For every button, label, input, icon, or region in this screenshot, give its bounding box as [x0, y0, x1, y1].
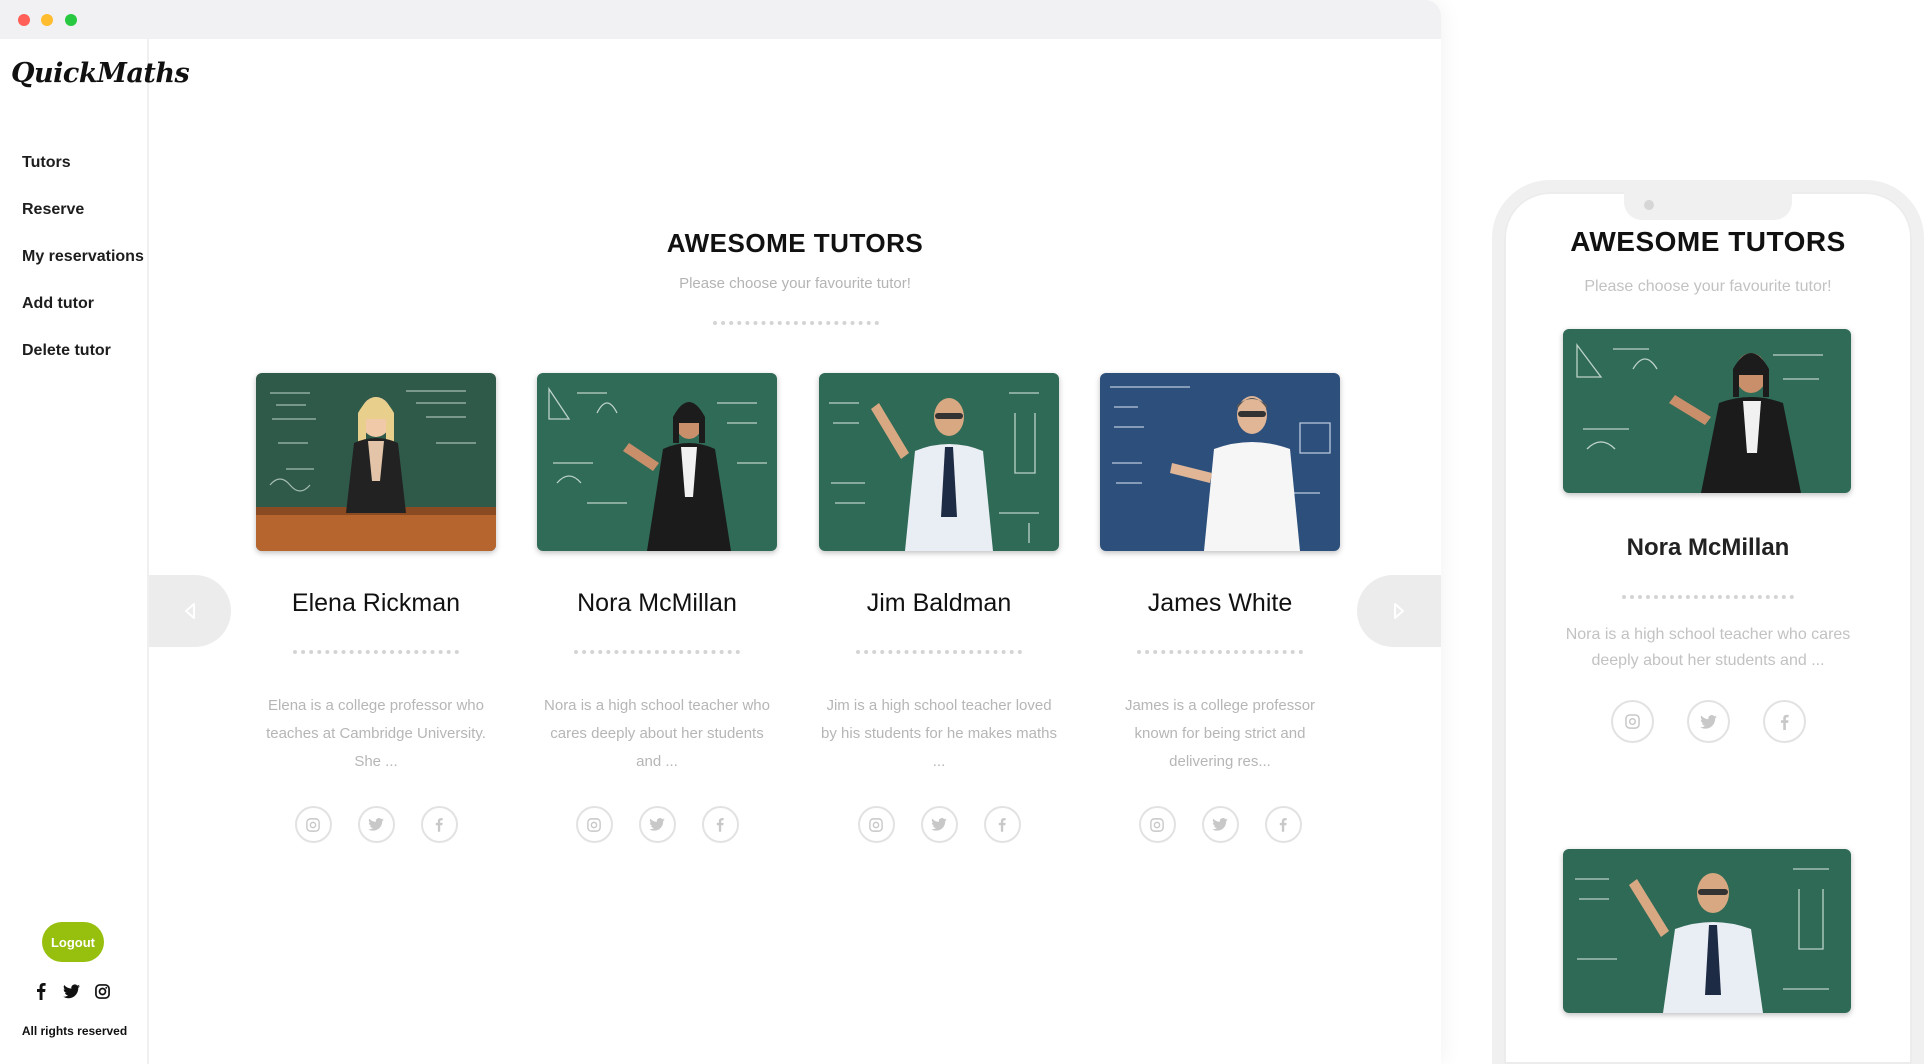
- tutor-description: Jim is a high school teacher loved by hi…: [821, 697, 1057, 770]
- instagram-icon[interactable]: [294, 806, 332, 843]
- dotted-divider: [574, 650, 740, 654]
- phone-notch: [1624, 192, 1792, 220]
- tutor-card[interactable]: Nora McMillan Nora is a high school teac…: [537, 373, 777, 843]
- twitter-icon[interactable]: [638, 806, 676, 843]
- tutor-card[interactable]: Elena Rickman Elena is a college profess…: [256, 373, 496, 843]
- close-window-button[interactable]: [18, 14, 30, 26]
- carousel-prev-button[interactable]: [149, 575, 231, 647]
- instagram-icon[interactable]: [94, 981, 111, 1001]
- chevron-right-icon: [1394, 603, 1404, 619]
- sidebar-nav: Tutors Reserve My reservations Add tutor…: [22, 154, 144, 389]
- tutor-card[interactable]: James White James is a college professor…: [1100, 373, 1340, 843]
- nav-item-add-tutor[interactable]: Add tutor: [22, 295, 144, 342]
- tutor-card[interactable]: Jim Baldman Jim is a high school teacher…: [819, 373, 1059, 843]
- instagram-icon[interactable]: [575, 806, 613, 843]
- desktop-browser-window: QuickMaths Tutors Reserve My reservation…: [0, 0, 1441, 1064]
- dotted-divider: [1137, 650, 1303, 654]
- twitter-icon[interactable]: [1686, 700, 1730, 743]
- facebook-icon[interactable]: [701, 806, 739, 843]
- tutor-social-links: [537, 806, 777, 843]
- tutor-description: James is a college professor known for b…: [1124, 697, 1316, 770]
- dotted-divider: [1622, 595, 1794, 599]
- tutor-social-links: [1100, 806, 1340, 843]
- facebook-icon[interactable]: [420, 806, 458, 843]
- nav-item-tutors[interactable]: Tutors: [22, 154, 144, 201]
- tutor-name: James White: [1147, 589, 1293, 617]
- nav-item-delete-tutor[interactable]: Delete tutor: [22, 342, 144, 389]
- mobile-page-subtitle: Please choose your favourite tutor!: [1584, 278, 1832, 295]
- carousel-next-button[interactable]: [1357, 575, 1441, 647]
- mobile-page-title: AWESOME TUTORS: [1570, 226, 1846, 257]
- twitter-icon[interactable]: [920, 806, 958, 843]
- dotted-divider: [713, 321, 879, 325]
- tutor-photo[interactable]: [1100, 373, 1340, 551]
- tutor-photo[interactable]: [256, 373, 496, 551]
- instagram-icon[interactable]: [857, 806, 895, 843]
- page-subtitle: Please choose your favourite tutor!: [679, 275, 911, 292]
- twitter-icon[interactable]: [1201, 806, 1239, 843]
- dotted-divider: [856, 650, 1022, 654]
- tutor-photo[interactable]: [819, 373, 1059, 551]
- facebook-icon[interactable]: [983, 806, 1021, 843]
- mobile-tutor-photo[interactable]: [1563, 849, 1851, 1013]
- sidebar-social-links: [32, 981, 111, 1001]
- sidebar: QuickMaths Tutors Reserve My reservation…: [0, 39, 190, 1064]
- facebook-icon[interactable]: [32, 981, 49, 1001]
- window-titlebar: [0, 0, 1441, 39]
- nav-item-my-reservations[interactable]: My reservations: [22, 248, 144, 295]
- tutor-description: Nora is a high school teacher who cares …: [544, 697, 770, 770]
- twitter-icon[interactable]: [63, 981, 80, 1001]
- minimize-window-button[interactable]: [41, 14, 53, 26]
- tutor-name: Jim Baldman: [866, 589, 1012, 617]
- mobile-preview: AWESOME TUTORS Please choose your favour…: [1492, 180, 1924, 1064]
- instagram-icon[interactable]: [1138, 806, 1176, 843]
- instagram-icon[interactable]: [1610, 700, 1654, 743]
- mobile-tutor-name: Nora McMillan: [1626, 534, 1790, 561]
- nav-item-reserve[interactable]: Reserve: [22, 201, 144, 248]
- tutor-name: Elena Rickman: [291, 589, 461, 617]
- mobile-tutor-description: Nora is a high school teacher who cares …: [1565, 626, 1851, 669]
- chevron-left-icon: [185, 603, 195, 619]
- dotted-divider: [293, 650, 459, 654]
- camera-icon: [1644, 200, 1654, 210]
- facebook-icon[interactable]: [1762, 700, 1806, 743]
- maximize-window-button[interactable]: [65, 14, 77, 26]
- tutor-name: Nora McMillan: [577, 589, 737, 617]
- mobile-tutor-social-links: [1504, 700, 1912, 743]
- twitter-icon[interactable]: [357, 806, 395, 843]
- mobile-tutor-photo[interactable]: [1563, 329, 1851, 493]
- tutor-social-links: [256, 806, 496, 843]
- tutor-photo[interactable]: [537, 373, 777, 551]
- page-title: AWESOME TUTORS: [666, 228, 924, 258]
- logout-button[interactable]: Logout: [42, 922, 104, 962]
- tutor-social-links: [819, 806, 1059, 843]
- tutor-description: Elena is a college professor who teaches…: [266, 697, 486, 770]
- facebook-icon[interactable]: [1264, 806, 1302, 843]
- copyright-text: All rights reserved: [21, 1024, 128, 1038]
- tutors-page: AWESOME TUTORS Please choose your favour…: [149, 39, 1441, 1064]
